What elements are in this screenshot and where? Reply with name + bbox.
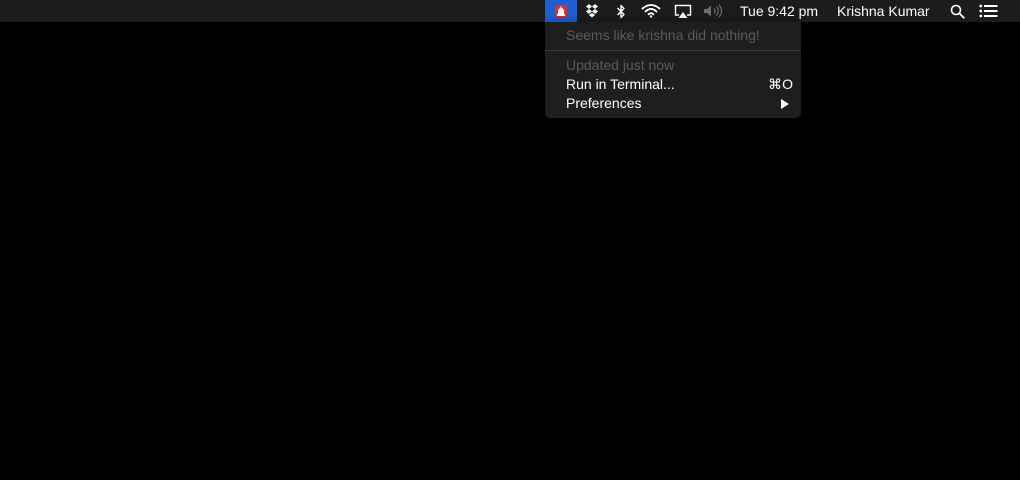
wifi-icon (641, 4, 661, 18)
volume-icon (704, 4, 723, 18)
search-icon (950, 4, 965, 19)
siren-app-menu-extra[interactable] (545, 0, 577, 22)
run-in-terminal-label: Run in Terminal... (566, 76, 675, 92)
spotlight-menu-extra[interactable] (946, 0, 968, 22)
status-message-item: Seems like krishna did nothing! (566, 27, 760, 43)
menu-separator (545, 50, 801, 51)
run-in-terminal-shortcut: ⌘O (768, 76, 793, 92)
bluetooth-icon (617, 4, 625, 18)
airplay-menu-extra[interactable] (671, 0, 695, 22)
notification-center-icon (978, 4, 997, 18)
menu-bar-clock[interactable]: Tue 9:42 pm (740, 0, 818, 22)
bluetooth-menu-extra[interactable] (612, 0, 630, 22)
siren-icon (555, 5, 567, 17)
notification-center-menu-extra[interactable] (976, 0, 1000, 22)
status-item-dropdown-menu: Seems like krishna did nothing! Updated … (545, 22, 801, 118)
run-in-terminal-item[interactable]: Run in Terminal... ⌘O (566, 75, 793, 94)
preferences-label: Preferences (566, 95, 642, 111)
fast-user-switch-name[interactable]: Krishna Kumar (837, 0, 930, 22)
airplay-icon (674, 4, 692, 18)
submenu-arrow-icon (781, 99, 789, 109)
dropbox-menu-extra[interactable] (582, 0, 602, 22)
preferences-item[interactable]: Preferences (566, 94, 793, 113)
menu-bar: Tue 9:42 pm Krishna Kumar (0, 0, 1020, 22)
updated-status-item: Updated just now (566, 57, 675, 73)
wifi-menu-extra[interactable] (638, 0, 664, 22)
dropbox-icon (586, 4, 598, 18)
volume-menu-extra[interactable] (702, 0, 726, 22)
